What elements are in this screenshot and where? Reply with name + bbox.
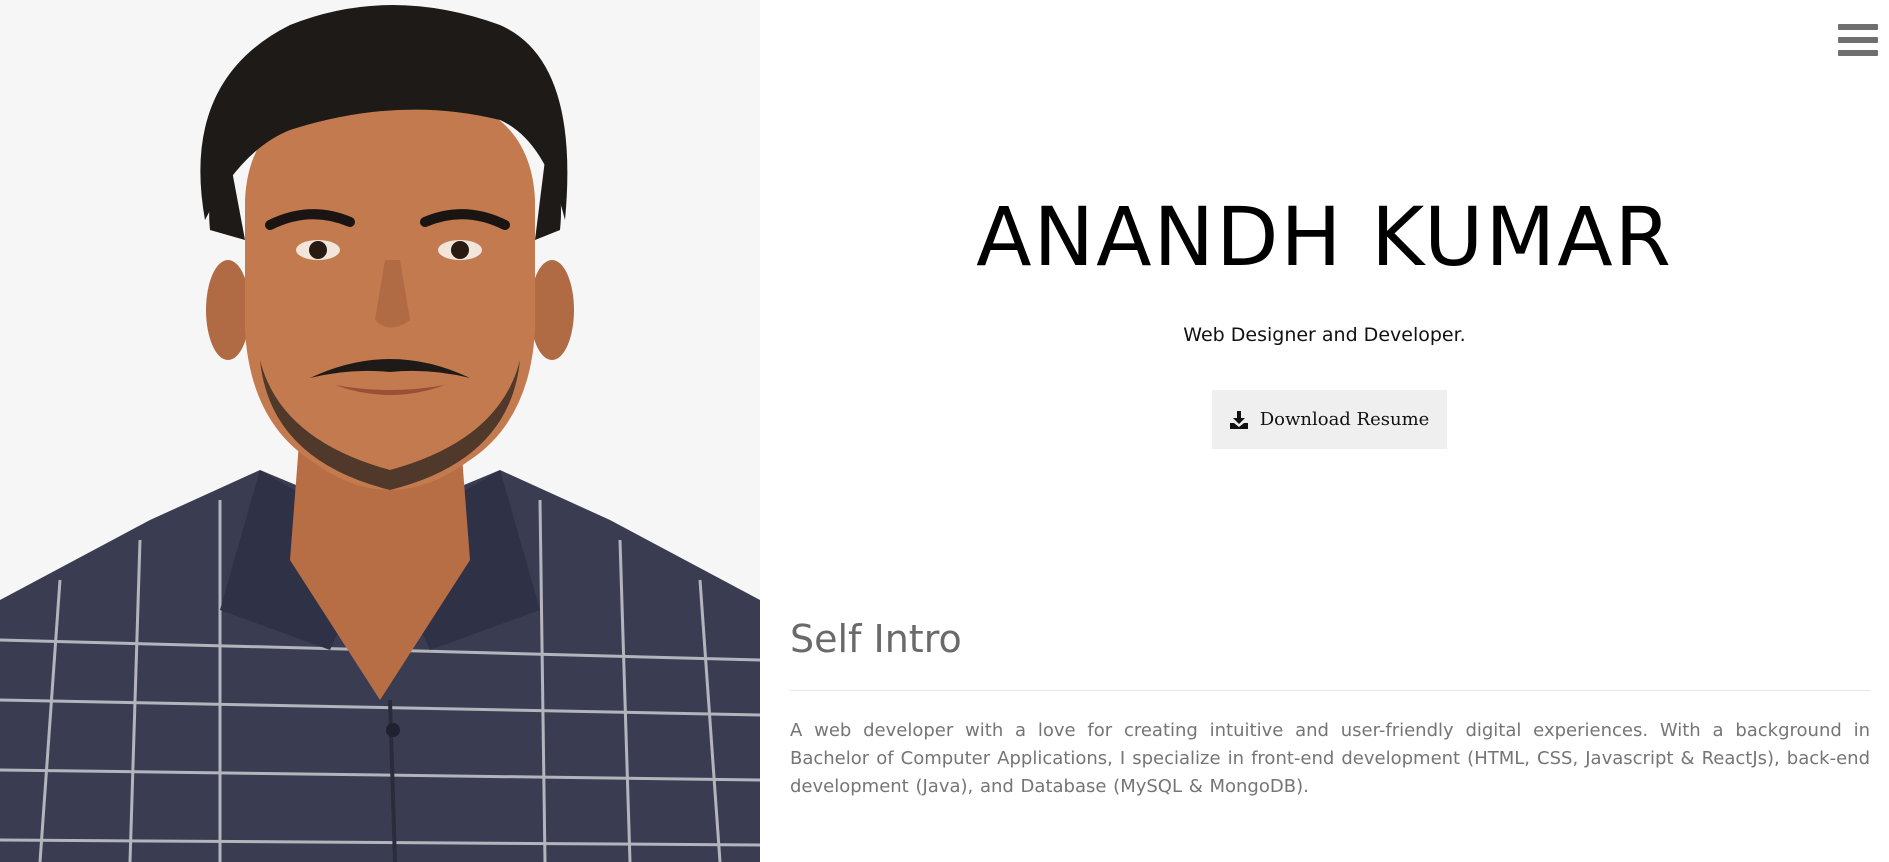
self-intro-section: Self Intro A web developer with a love f… [790,620,1870,819]
profile-photo [0,0,760,862]
page-title: ANANDH KUMAR [976,191,1673,285]
intro-paragraph: A web developer with a love for creating… [790,720,1870,797]
download-resume-button[interactable]: Download Resume [1212,390,1447,449]
resume-button-label: Download Resume [1259,409,1430,430]
download-icon [1229,410,1248,429]
hero-section: ANANDH KUMAR Web Designer and Developer.… [760,0,1889,600]
section-title: Self Intro [790,617,962,661]
section-divider [790,690,1870,691]
tagline: Web Designer and Developer. [1183,324,1466,346]
